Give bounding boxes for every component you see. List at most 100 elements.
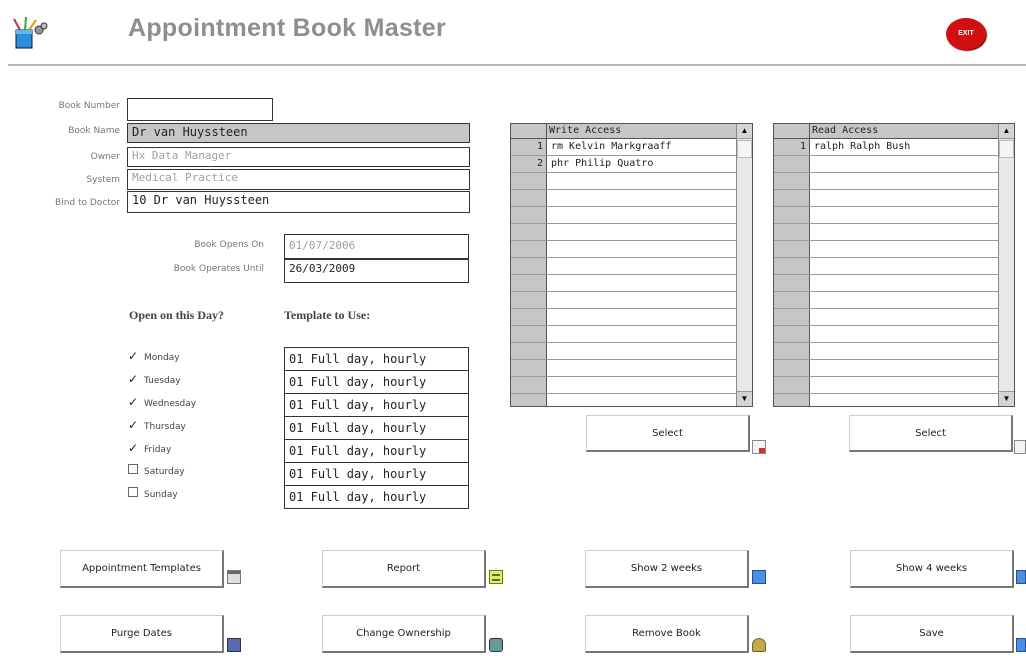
table-row[interactable] xyxy=(774,156,1000,173)
write-access-grid[interactable]: Write Access 1 rm Kelvin Markgraaff 2 phr P… xyxy=(510,123,753,407)
row-number xyxy=(774,258,810,274)
operates-until-field[interactable]: 26/03/2009 xyxy=(284,259,469,283)
table-row[interactable] xyxy=(774,394,1000,406)
table-row[interactable] xyxy=(511,173,738,190)
row-number xyxy=(511,343,547,359)
table-row[interactable] xyxy=(511,343,738,360)
day-checkbox-row[interactable]: ✓ Monday xyxy=(128,349,180,363)
table-row[interactable] xyxy=(774,207,1000,224)
table-row[interactable] xyxy=(774,173,1000,190)
day-template-field[interactable]: 01 Full day, hourly xyxy=(284,462,469,486)
row-number: 1 xyxy=(536,141,543,152)
bind-to-doctor-field[interactable]: 10 Dr van Huyssteen xyxy=(127,191,470,213)
table-row[interactable]: 2 phr Philip Quatro xyxy=(511,156,738,173)
scroll-down-icon[interactable]: ▼ xyxy=(737,391,752,406)
access-user-cell[interactable]: rm Kelvin Markgraaff xyxy=(551,139,671,155)
document-icon xyxy=(1014,440,1026,454)
row-number xyxy=(774,241,810,257)
day-checkbox-row[interactable]: ✓ Tuesday xyxy=(128,372,181,386)
scroll-up-icon[interactable]: ▲ xyxy=(737,124,752,139)
row-number xyxy=(774,292,810,308)
table-row[interactable] xyxy=(511,241,738,258)
row-number xyxy=(774,190,810,206)
row-number xyxy=(774,377,810,393)
table-row[interactable] xyxy=(774,275,1000,292)
table-row[interactable] xyxy=(511,190,738,207)
write-access-select-button[interactable]: Select xyxy=(586,415,750,452)
day-checkbox-row[interactable]: Sunday xyxy=(128,487,178,500)
exit-button[interactable]: EXIT xyxy=(946,18,986,50)
row-number xyxy=(774,207,810,223)
row-number xyxy=(511,394,547,406)
day-template-field[interactable]: 01 Full day, hourly xyxy=(284,370,469,394)
scroll-down-icon[interactable]: ▼ xyxy=(999,391,1014,406)
checkbox-checked-icon[interactable]: ✓ xyxy=(128,441,138,455)
table-row[interactable] xyxy=(511,309,738,326)
day-label: Saturday xyxy=(144,467,185,477)
checkbox-unchecked-icon[interactable] xyxy=(128,487,138,500)
day-template-field[interactable]: 01 Full day, hourly xyxy=(284,416,469,440)
checkbox-unchecked-icon[interactable] xyxy=(128,464,138,477)
day-checkbox-row[interactable]: ✓ Friday xyxy=(128,441,171,455)
read-access-select-button[interactable]: Select xyxy=(849,415,1013,452)
book-number-field[interactable] xyxy=(127,98,273,121)
day-checkbox-row[interactable]: ✓ Wednesday xyxy=(128,395,196,409)
access-user-cell[interactable]: phr Philip Quatro xyxy=(551,156,653,172)
table-row[interactable] xyxy=(511,224,738,241)
day-label: Tuesday xyxy=(144,376,181,386)
day-label: Thursday xyxy=(144,422,186,432)
table-row[interactable]: 1 rm Kelvin Markgraaff xyxy=(511,139,738,156)
day-template-field[interactable]: 01 Full day, hourly xyxy=(284,485,469,509)
day-label: Monday xyxy=(144,353,180,363)
purge-dates-button[interactable]: Purge Dates xyxy=(60,615,224,653)
table-row[interactable] xyxy=(511,377,738,394)
day-template-field[interactable]: 01 Full day, hourly xyxy=(284,439,469,463)
show-2-weeks-button[interactable]: Show 2 weeks xyxy=(585,550,749,588)
row-number xyxy=(774,360,810,376)
table-row[interactable] xyxy=(511,292,738,309)
checkbox-checked-icon[interactable]: ✓ xyxy=(128,372,138,386)
row-number xyxy=(511,190,547,206)
table-row[interactable] xyxy=(774,326,1000,343)
table-row[interactable] xyxy=(774,377,1000,394)
day-template-field[interactable]: 01 Full day, hourly xyxy=(284,393,469,417)
table-row[interactable] xyxy=(774,309,1000,326)
table-row[interactable] xyxy=(774,343,1000,360)
show-4-weeks-button[interactable]: Show 4 weeks xyxy=(850,550,1014,588)
read-access-scrollbar[interactable]: ▲ ▼ xyxy=(998,124,1014,406)
checkbox-checked-icon[interactable]: ✓ xyxy=(128,395,138,409)
table-row[interactable] xyxy=(774,360,1000,377)
table-row[interactable] xyxy=(511,326,738,343)
purge-icon xyxy=(227,638,241,652)
table-row[interactable] xyxy=(774,258,1000,275)
system-field: Medical Practice xyxy=(127,169,470,190)
save-button[interactable]: Save xyxy=(850,615,1014,653)
day-checkbox-row[interactable]: ✓ Thursday xyxy=(128,418,186,432)
day-checkbox-row[interactable]: Saturday xyxy=(128,464,185,477)
table-row[interactable]: 1 ralph Ralph Bush xyxy=(774,139,1000,156)
book-name-field[interactable]: Dr van Huyssteen xyxy=(127,123,470,143)
scroll-up-icon[interactable]: ▲ xyxy=(999,124,1014,139)
appointment-templates-button[interactable]: Appointment Templates xyxy=(60,550,224,588)
checkbox-checked-icon[interactable]: ✓ xyxy=(128,418,138,432)
table-row[interactable] xyxy=(511,207,738,224)
template-heading: Template to Use: xyxy=(284,308,371,322)
table-row[interactable] xyxy=(511,360,738,377)
table-row[interactable] xyxy=(511,394,738,406)
read-access-grid[interactable]: Read Access 1 ralph Ralph Bush ▲ ▼ xyxy=(773,123,1015,407)
table-row[interactable] xyxy=(774,241,1000,258)
table-row[interactable] xyxy=(774,190,1000,207)
checkbox-checked-icon[interactable]: ✓ xyxy=(128,349,138,363)
table-row[interactable] xyxy=(774,292,1000,309)
access-user-cell[interactable]: ralph Ralph Bush xyxy=(814,139,910,155)
remove-book-button[interactable]: Remove Book xyxy=(585,615,749,653)
write-access-header: Write Access xyxy=(547,124,738,139)
day-template-field[interactable]: 01 Full day, hourly xyxy=(284,347,469,371)
table-row[interactable] xyxy=(511,258,738,275)
table-row[interactable] xyxy=(511,275,738,292)
report-button[interactable]: Report xyxy=(322,550,486,588)
change-ownership-button[interactable]: Change Ownership xyxy=(322,615,486,653)
save-icon xyxy=(1016,638,1026,652)
table-row[interactable] xyxy=(774,224,1000,241)
write-access-scrollbar[interactable]: ▲ ▼ xyxy=(736,124,752,406)
